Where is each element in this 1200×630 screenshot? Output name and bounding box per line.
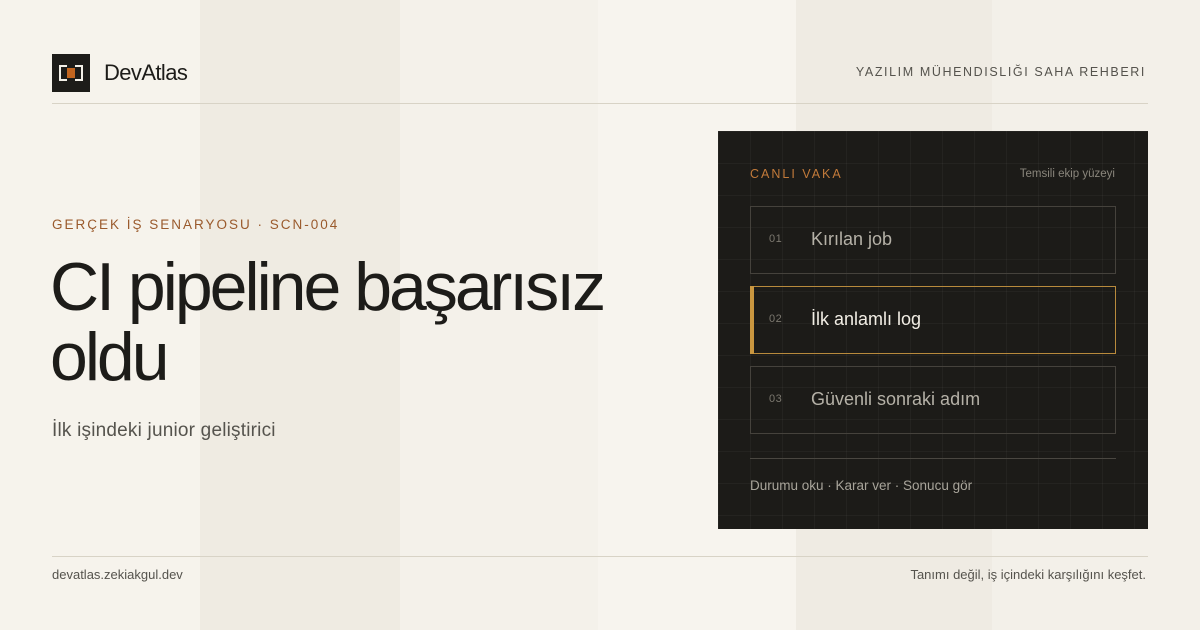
brand-name[interactable]: DevAtlas xyxy=(104,60,188,86)
header-divider xyxy=(52,103,1148,104)
step-broken-job[interactable]: 01 Kırılan job xyxy=(750,206,1116,274)
active-step-marker xyxy=(750,286,754,354)
card-footer-text: Durumu oku · Karar ver · Sonucu gör xyxy=(750,478,973,493)
step-label: Kırılan job xyxy=(811,229,893,249)
footer-divider xyxy=(52,556,1148,557)
step-safe-next-action[interactable]: 03 Güvenli sonraki adım xyxy=(750,366,1116,434)
step-number: 01 xyxy=(769,233,783,245)
step-first-meaningful-log[interactable]: 02 İlk anlamlı log xyxy=(750,286,1116,354)
page-subtitle: İlk işindeki junior geliştirici xyxy=(52,420,276,441)
step-number: 02 xyxy=(769,313,783,325)
case-label: CANLI VAKA xyxy=(750,167,843,181)
step-label: İlk anlamlı log xyxy=(811,309,922,329)
case-note: Temsili ekip yüzeyi xyxy=(1019,168,1115,180)
header-tagline: YAZILIM MÜHENDISLIĞI SAHA REHBERI xyxy=(855,65,1146,79)
footer-slogan: Tanımı değil, iş içindeki karşılığını ke… xyxy=(910,567,1146,582)
step-label: Güvenli sonraki adım xyxy=(811,389,981,409)
step-number: 03 xyxy=(769,393,783,405)
live-case-card: CANLI VAKA Temsili ekip yüzeyi 01 Kırıla… xyxy=(718,131,1148,529)
scenario-eyebrow: GERÇEK İŞ SENARYOSU · SCN-004 xyxy=(52,217,340,232)
page-title: CI pipeline başarısız oldu xyxy=(50,249,606,395)
card-divider xyxy=(750,458,1116,459)
site-url-link[interactable]: devatlas.zekiakgul.dev xyxy=(52,567,183,582)
bracket-logo-icon[interactable] xyxy=(52,54,90,92)
